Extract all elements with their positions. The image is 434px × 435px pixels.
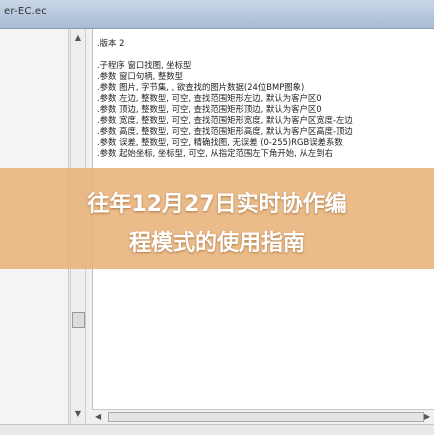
scroll-up-arrow-icon[interactable]: ▲ bbox=[73, 33, 83, 43]
code-line-version[interactable]: .版本 2 bbox=[97, 38, 124, 49]
code-line-param[interactable]: .参数 左边, 整数型, 可空, 查找范围矩形左边, 默认为客户区0 bbox=[97, 93, 322, 104]
code-line-param[interactable]: .参数 窗口句柄, 整数型 bbox=[97, 71, 183, 82]
scroll-down-arrow-icon[interactable]: ▼ bbox=[73, 409, 83, 419]
code-line-param[interactable]: .参数 误差, 整数型, 可空, 精确找图, 无误差 (0-255)RGB误差系… bbox=[97, 137, 343, 148]
code-line-param[interactable]: .参数 顶边, 整数型, 可空, 查找范围矩形顶边, 默认为客户区0 bbox=[97, 104, 322, 115]
code-line-subroutine[interactable]: .子程序 窗口找图, 坐标型 bbox=[97, 60, 191, 71]
code-line-param[interactable]: .参数 高度, 整数型, 可空, 查找范围矩形高度, 默认为客户区高度-顶边 bbox=[97, 126, 353, 137]
code-line-param[interactable]: .参数 起始坐标, 坐标型, 可空, 从指定范围左下角开始, 从左到右 bbox=[97, 148, 333, 159]
status-bar bbox=[0, 424, 434, 435]
code-line-param[interactable]: .参数 宽度, 整数型, 可空, 查找范围矩形宽度, 默认为客户区宽度-左边 bbox=[97, 115, 353, 126]
title-banner: 往年12月27日实时协作编 程模式的使用指南 bbox=[0, 168, 434, 269]
banner-title-line-2: 程模式的使用指南 bbox=[128, 231, 305, 256]
scroll-right-arrow-icon[interactable]: ▶ bbox=[424, 412, 434, 421]
horizontal-scrollbar[interactable]: ◀ ▶ bbox=[92, 409, 434, 424]
banner-title-line-1: 往年12月27日实时协作编 bbox=[87, 192, 347, 217]
scroll-left-arrow-icon[interactable]: ◀ bbox=[95, 412, 105, 421]
horizontal-scrollbar-thumb[interactable] bbox=[108, 412, 424, 422]
scrollbar-thumb[interactable] bbox=[72, 312, 85, 328]
code-line-param[interactable]: .参数 图片, 字节集, , 欲查找的图片数据(24位BMP图象) bbox=[97, 82, 304, 93]
window-title: er-EC.ec bbox=[4, 6, 47, 17]
window-titlebar: er-EC.ec bbox=[0, 0, 434, 29]
